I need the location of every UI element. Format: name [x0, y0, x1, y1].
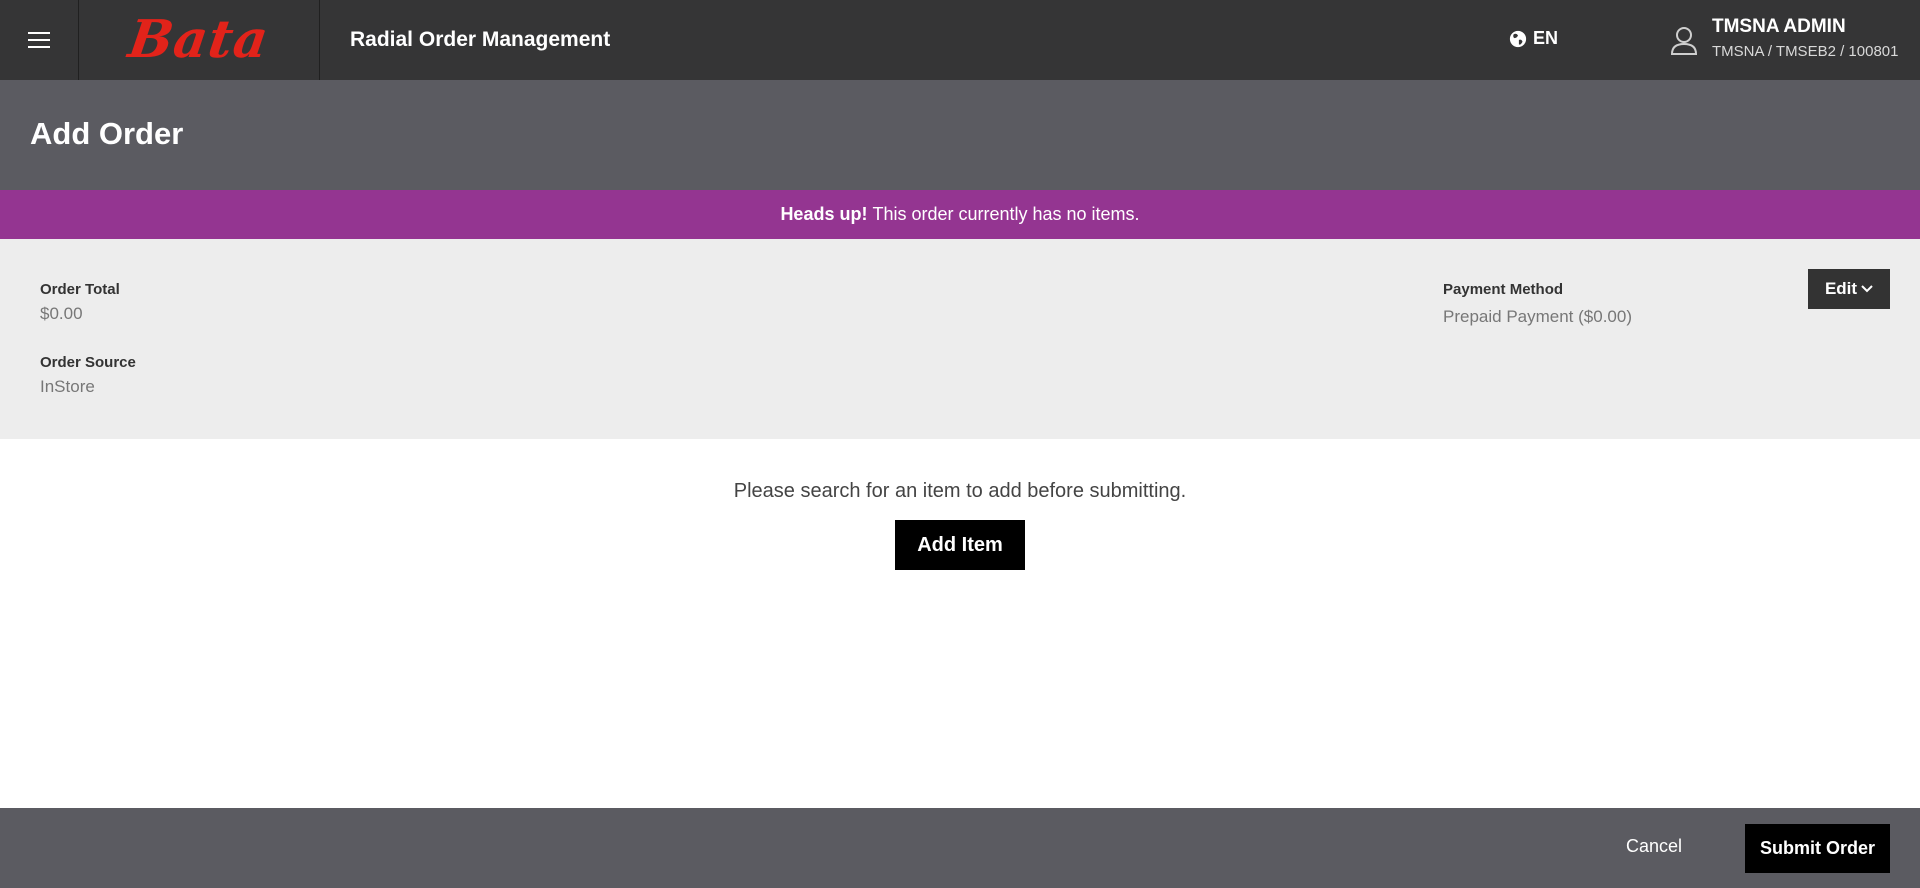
app-title: Radial Order Management [350, 28, 611, 51]
footer-bar: Cancel Submit Order [0, 808, 1920, 888]
language-label: EN [1533, 28, 1559, 48]
alert-banner: Heads up! This order currently has no it… [0, 190, 1920, 239]
page-header: Add Order [0, 80, 1920, 190]
empty-items-message: Please search for an item to add before … [733, 480, 1187, 502]
alert-banner-strong: Heads up! [780, 204, 868, 224]
language-selector[interactable]: EN [1509, 28, 1558, 49]
order-summary-panel: Order Total $0.00 Order Source InStore P… [0, 239, 1920, 439]
order-source-value: InStore [40, 377, 95, 396]
submit-order-button[interactable]: Submit Order [1745, 824, 1890, 873]
order-total-value: $0.00 [40, 304, 83, 323]
edit-button-label: Edit [1824, 279, 1858, 298]
user-context: TMSNA / TMSEB2 / 100801 [1712, 43, 1899, 60]
payment-method-value: Prepaid Payment ($0.00) [1443, 307, 1632, 326]
hamburger-menu-button[interactable] [0, 0, 79, 80]
user-icon[interactable] [1669, 24, 1699, 56]
globe-icon [1509, 30, 1527, 47]
payment-method-label: Payment Method [1443, 281, 1564, 298]
chevron-down-icon [1861, 285, 1873, 293]
page-title: Add Order [30, 116, 184, 151]
bata-logo: Bata [125, 9, 274, 70]
hamburger-icon [28, 27, 50, 53]
user-name: TMSNA ADMIN [1712, 16, 1846, 37]
order-total-label: Order Total [40, 281, 120, 298]
order-source-label: Order Source [40, 354, 136, 371]
add-item-button[interactable]: Add Item [895, 520, 1025, 570]
edit-button[interactable]: Edit [1808, 269, 1890, 309]
brand-logo-container[interactable]: Bata [79, 0, 320, 80]
cancel-button[interactable]: Cancel [1626, 836, 1682, 857]
top-nav-bar: Bata Radial Order Management EN TMSNA AD… [0, 0, 1920, 80]
alert-banner-text: This order currently has no items. [872, 204, 1140, 224]
